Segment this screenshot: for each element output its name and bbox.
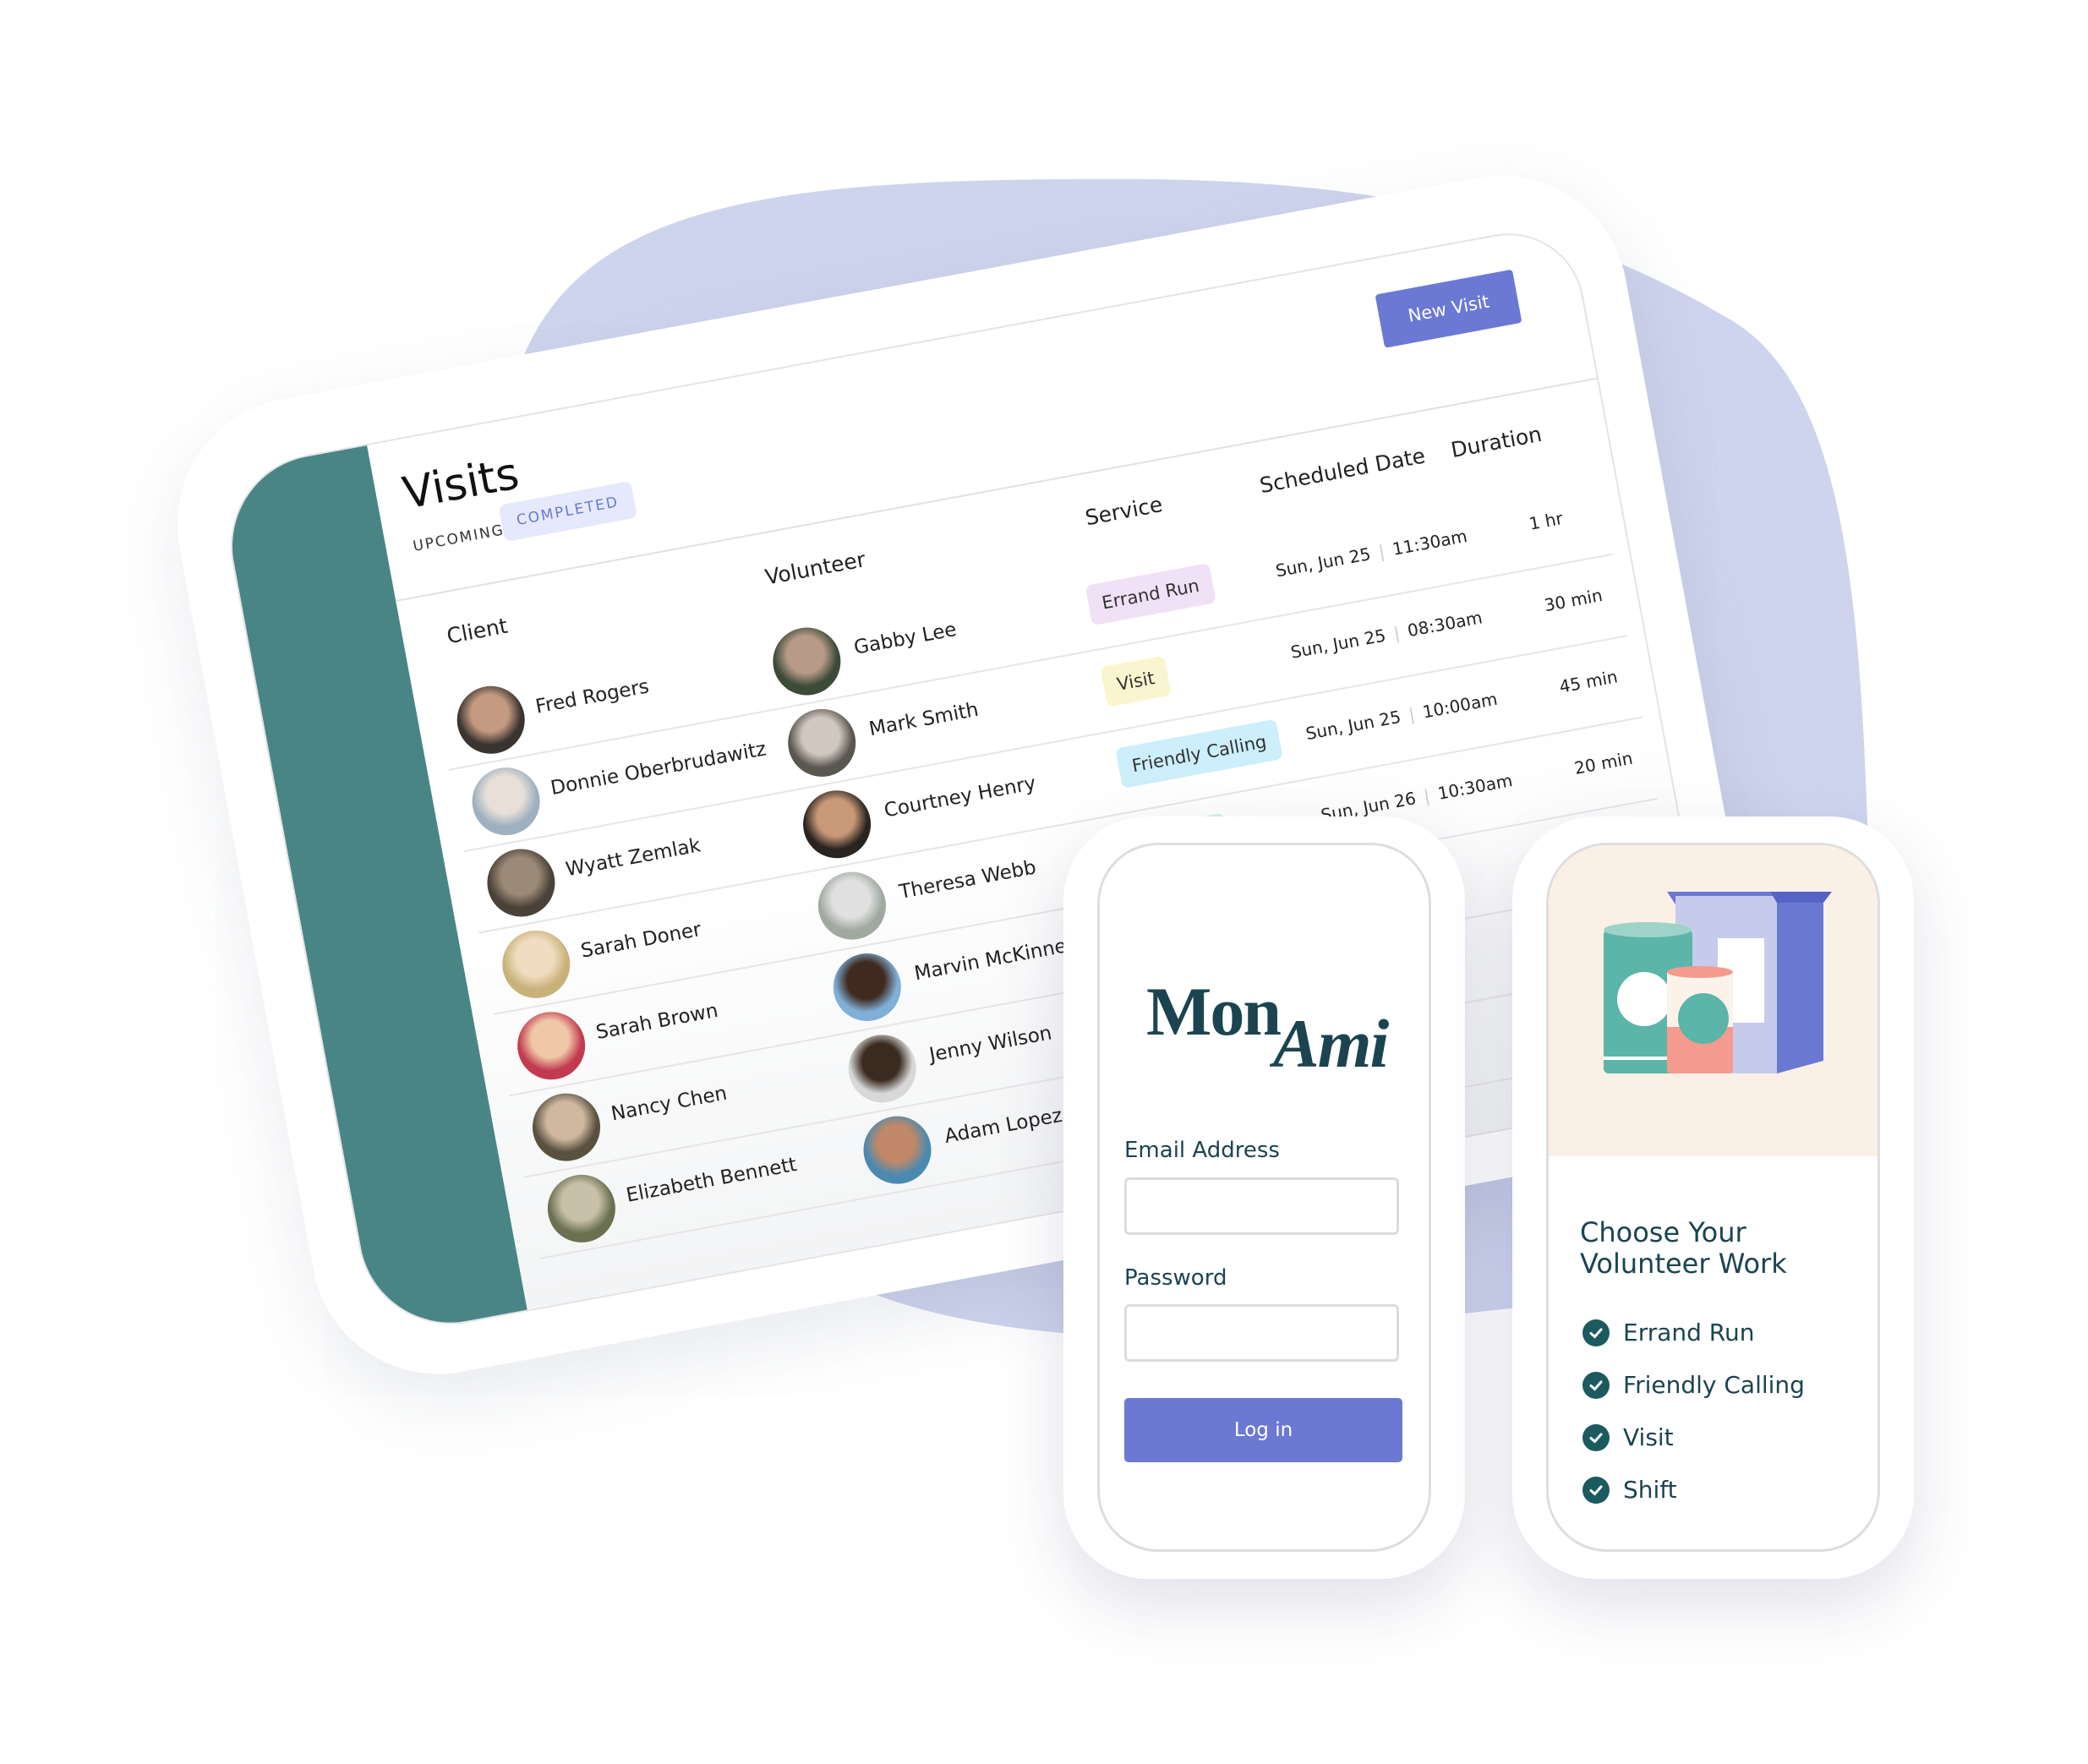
separator: | [1407, 703, 1417, 725]
new-visit-button[interactable]: New Visit [1375, 269, 1522, 348]
client-avatar [496, 925, 576, 1004]
volunteer-avatar [812, 866, 892, 946]
volunteer-option[interactable]: Visit [1582, 1423, 1674, 1451]
client-avatar [481, 843, 561, 923]
client-name: Wyatt Zemlak [564, 834, 702, 882]
password-label: Password [1124, 1265, 1227, 1291]
duration: 30 min [1542, 584, 1604, 616]
duration: 1 hr [1527, 507, 1565, 534]
volunteer-name: Courtney Henry [882, 772, 1038, 822]
separator: | [1376, 541, 1386, 562]
check-circle-icon[interactable] [1582, 1476, 1610, 1504]
email-field[interactable] [1124, 1177, 1399, 1235]
volunteer-avatar [767, 621, 846, 702]
volunteer-avatar [797, 784, 877, 864]
separator: | [1422, 785, 1432, 806]
login-screen: Mon Ami Email Address Password Log in [1097, 843, 1431, 1552]
duration: 20 min [1572, 747, 1635, 778]
volunteer-name: Jenny Wilson [927, 1022, 1054, 1067]
check-circle-icon[interactable] [1582, 1371, 1610, 1399]
separator: | [1391, 622, 1402, 644]
login-phone: Mon Ami Email Address Password Log in [1063, 816, 1465, 1579]
volunteer-name: Adam Lopez [943, 1104, 1064, 1148]
volunteer-name: Gabby Lee [852, 618, 959, 659]
client-avatar [511, 1006, 591, 1085]
option-label: Visit [1623, 1423, 1674, 1451]
time-text: 08:30am [1406, 607, 1484, 642]
volunteer-avatar [782, 703, 861, 783]
client-avatar [527, 1087, 606, 1167]
option-label: Friendly Calling [1623, 1371, 1805, 1399]
date-text: Sun, Jun 25 [1288, 625, 1388, 663]
client-name: Donnie Oberbrudawitz [549, 738, 768, 800]
logo-ami: Ami [1273, 1005, 1389, 1082]
volunteer-option[interactable]: Errand Run [1582, 1319, 1755, 1346]
volunteer-avatar [857, 1111, 937, 1190]
client-avatar [542, 1169, 621, 1248]
volunteer-phone: Choose Your Volunteer Work Errand Run Fri… [1512, 816, 1914, 1579]
column-header-client[interactable]: Client [445, 614, 509, 649]
volunteer-name: Mark Smith [866, 698, 981, 741]
time-text: 11:30am [1391, 525, 1469, 560]
visits-screen: Visits UPCOMING COMPLETED New Visit Clie… [215, 221, 1730, 1340]
date-text: Sun, Jun 25 [1304, 706, 1403, 745]
client-name: Sarah Brown [593, 999, 720, 1045]
login-button[interactable]: Log in [1124, 1398, 1402, 1462]
volunteer-option[interactable]: Friendly Calling [1582, 1371, 1805, 1399]
scheduled-date: Sun, Jun 25 | 11:30am [1274, 526, 1468, 582]
groceries-icon [1604, 892, 1832, 1073]
volunteer-avatar [843, 1029, 922, 1108]
option-label: Errand Run [1623, 1319, 1755, 1346]
volunteer-screen: Choose Your Volunteer Work Errand Run Fri… [1546, 843, 1880, 1552]
column-header-duration[interactable]: Duration [1449, 422, 1544, 462]
service-badge: Visit [1100, 655, 1172, 707]
password-field[interactable] [1124, 1304, 1399, 1362]
service-badge: Errand Run [1085, 562, 1216, 626]
column-header-volunteer[interactable]: Volunteer [763, 547, 867, 589]
volunteer-option[interactable]: Shift [1582, 1476, 1677, 1504]
volunteer-heading: Choose Your Volunteer Work [1580, 1216, 1787, 1280]
duration: 45 min [1557, 666, 1620, 697]
time-text: 10:00am [1420, 688, 1500, 723]
client-name: Elizabeth Bennett [624, 1153, 799, 1207]
option-label: Shift [1623, 1476, 1677, 1504]
volunteer-name: Theresa Webb [897, 856, 1038, 904]
client-avatar [466, 762, 546, 841]
client-name: Sarah Doner [579, 918, 703, 963]
mon-ami-logo: Mon Ami [1146, 972, 1400, 1082]
check-circle-icon[interactable] [1582, 1423, 1610, 1451]
date-text: Sun, Jun 25 [1273, 543, 1373, 582]
logo-mon: Mon [1146, 973, 1282, 1050]
email-label: Email Address [1124, 1138, 1280, 1163]
groceries-illustration [1549, 845, 1878, 1156]
volunteer-avatar [828, 948, 907, 1027]
volunteer-name: Marvin McKinney [912, 932, 1080, 986]
service-badge: Friendly Calling [1115, 718, 1284, 789]
client-name: Nancy Chen [609, 1082, 730, 1126]
tab-upcoming[interactable]: UPCOMING [412, 522, 506, 555]
client-name: Fred Rogers [533, 675, 651, 718]
column-header-service[interactable]: Service [1083, 492, 1164, 530]
scheduled-date: Sun, Jun 25 | 08:30am [1289, 607, 1484, 663]
time-text: 10:30am [1435, 770, 1515, 804]
check-circle-icon[interactable] [1582, 1319, 1610, 1346]
client-avatar [451, 680, 531, 760]
scheduled-date: Sun, Jun 25 | 10:00am [1304, 689, 1499, 745]
column-header-scheduled-date[interactable]: Scheduled Date [1258, 443, 1427, 498]
